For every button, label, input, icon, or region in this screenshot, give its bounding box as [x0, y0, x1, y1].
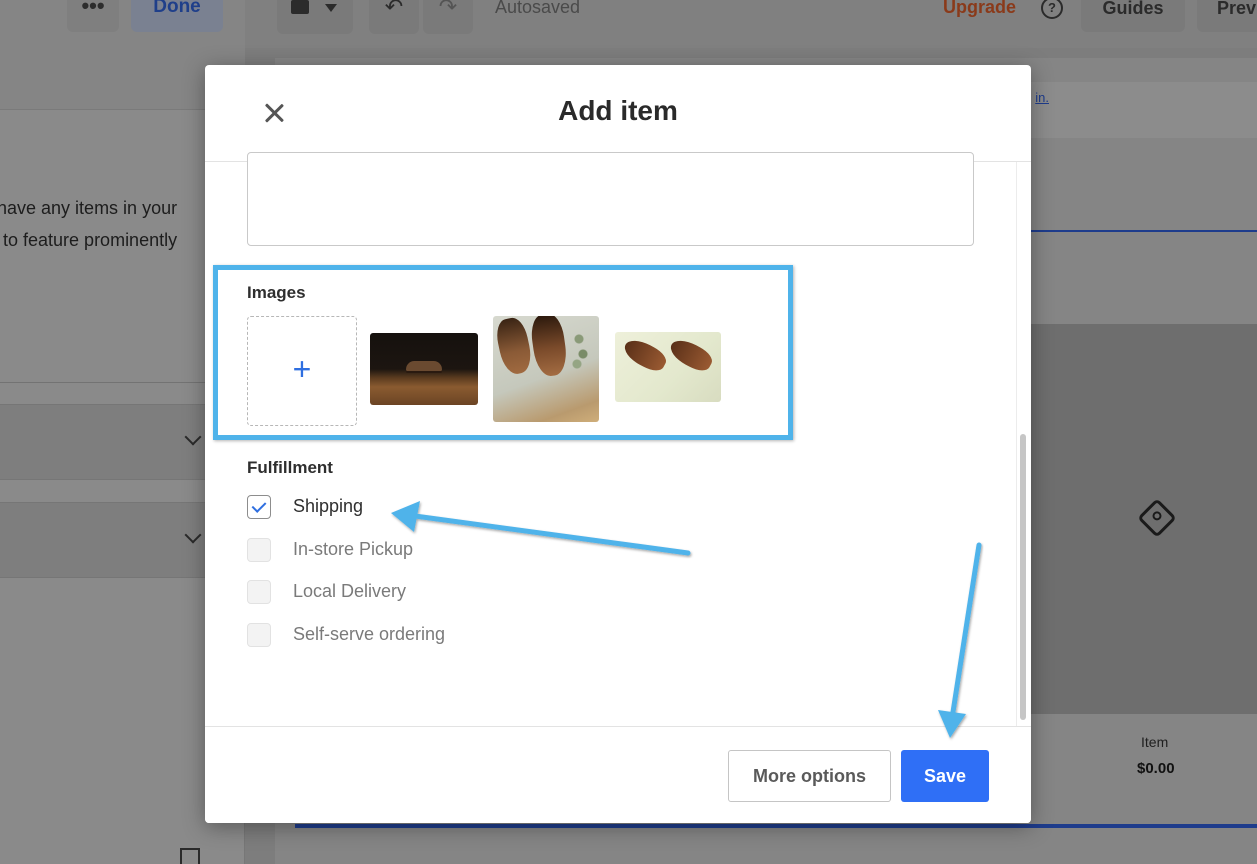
eucalyptus-leaves: [571, 324, 591, 374]
preview-button[interactable]: Preview: [1197, 0, 1257, 32]
self-serve-ordering-checkbox[interactable]: [247, 623, 271, 647]
item-card-label: Item: [1141, 734, 1169, 750]
more-menu-button[interactable]: •••: [67, 0, 119, 32]
modal-body[interactable]: Images + Fulfillment Shipping In-store P…: [205, 152, 1031, 726]
image-thumbnail-1[interactable]: [370, 333, 478, 405]
image-thumbnail-3[interactable]: [615, 332, 721, 402]
plus-icon: +: [292, 351, 312, 387]
shoe-photo-dark: [406, 361, 442, 371]
price-tag-icon: [1137, 498, 1177, 538]
local-delivery-checkbox[interactable]: [247, 580, 271, 604]
shoe-photo-overhead: [493, 316, 535, 377]
trash-icon[interactable]: [180, 848, 200, 864]
chevron-down-icon: [184, 428, 202, 446]
shoe-photo-overhead-right: [528, 316, 570, 378]
fulfillment-label: Fulfillment: [247, 458, 333, 477]
caret-down-icon: [325, 4, 337, 12]
item-card-price: $0.00: [1137, 760, 1175, 777]
redo-button[interactable]: ↷: [423, 0, 473, 34]
section-selection-frame: [295, 824, 1257, 828]
add-item-modal: Add item Images + Fulfillment Shipping I…: [205, 65, 1031, 823]
done-button[interactable]: Done: [131, 0, 223, 32]
editor-toolbar: ↶ ↷ Autosaved Upgrade ? Guides Preview: [245, 0, 1257, 48]
upgrade-link[interactable]: Upgrade: [943, 0, 1016, 18]
shipping-checkbox[interactable]: [247, 495, 271, 519]
save-button[interactable]: Save: [901, 750, 989, 802]
add-image-button[interactable]: +: [247, 316, 357, 426]
modal-footer: More options Save: [205, 726, 1031, 823]
shipping-label: Shipping: [293, 496, 364, 516]
autosave-status: Autosaved: [495, 0, 581, 17]
banner-link[interactable]: in.: [1035, 90, 1049, 105]
scrollbar-track: [1016, 162, 1017, 726]
monitor-icon: [291, 0, 309, 14]
undo-button[interactable]: ↶: [369, 0, 419, 34]
more-options-button[interactable]: More options: [728, 750, 891, 802]
sidebar-message-line-1: nave any items in your: [0, 198, 178, 218]
in-store-pickup-checkbox[interactable]: [247, 538, 271, 562]
images-label: Images: [247, 283, 306, 302]
shoe-photo-light-right: [666, 334, 716, 376]
image-thumbnail-2[interactable]: [493, 316, 599, 422]
shoe-photo-light: [620, 334, 670, 376]
device-preview-dropdown[interactable]: [277, 0, 353, 34]
modal-title: Add item: [558, 95, 678, 126]
modal-header: Add item: [205, 65, 1031, 162]
sidebar-message-line-2: to feature prominently: [3, 230, 178, 250]
help-icon[interactable]: ?: [1041, 0, 1063, 19]
in-store-pickup-label: In-store Pickup: [293, 539, 414, 559]
item-card-placeholder[interactable]: [1007, 324, 1257, 714]
local-delivery-label: Local Delivery: [293, 581, 407, 601]
description-textarea[interactable]: [247, 152, 974, 246]
scrollbar-thumb[interactable]: [1020, 434, 1026, 720]
chevron-down-icon: [184, 526, 202, 544]
guides-button[interactable]: Guides: [1081, 0, 1185, 32]
self-serve-ordering-label: Self-serve ordering: [293, 624, 446, 644]
